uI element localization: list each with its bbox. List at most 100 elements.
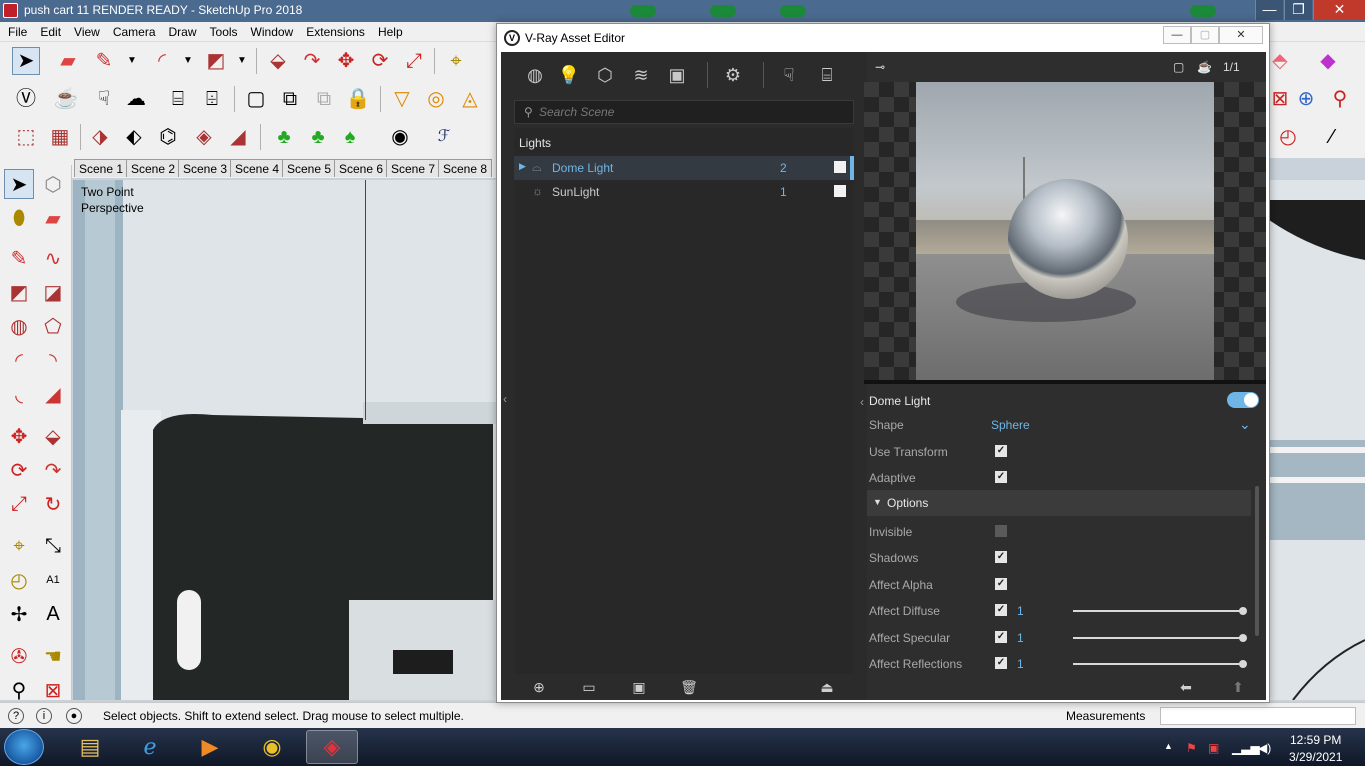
tab-scene-1[interactable]: Scene 1 [74,159,129,177]
preview-scene-icon[interactable]: ☕ [1197,60,1212,74]
show-hidden-icons-icon[interactable]: ▲ [1164,741,1173,751]
select-tool-icon[interactable]: ➤ [12,47,40,75]
make-component-icon[interactable]: ⬡ [38,169,68,199]
tape-measure-icon[interactable]: ⌖ [4,531,34,561]
power-icon[interactable]: ▣ [1208,741,1219,755]
affect-reflections-value[interactable]: 1 [1017,657,1024,671]
polygon-icon[interactable]: ⬠ [38,311,68,341]
axes-icon[interactable]: ✢ [4,599,34,629]
text-tool-icon[interactable]: A1 [38,565,68,595]
light-enabled-checkbox[interactable] [834,185,846,197]
rotate-icon[interactable]: ⟳ [366,47,394,75]
lock-camera-icon[interactable]: 🔒 [344,85,372,113]
zoom-extents-icon[interactable]: ⊕ [1292,85,1320,113]
3d-text-icon[interactable]: A [38,599,68,629]
slider-knob[interactable] [1239,660,1247,668]
use-transform-checkbox[interactable]: ✓ [995,445,1007,457]
search-input[interactable] [539,104,839,120]
preview-region-icon[interactable]: ▢ [1173,60,1184,74]
credits-icon[interactable]: i [36,708,52,724]
region-render-icon[interactable]: ⧉ [276,85,304,113]
affect-alpha-checkbox[interactable]: ✓ [995,578,1007,590]
rectangle-icon[interactable]: ◩ [202,47,230,75]
back-arrow-icon[interactable]: ⬅ [1177,678,1195,696]
open-file-icon[interactable]: ▭ [580,678,598,696]
rotated-rectangle-icon[interactable]: ◪ [38,277,68,307]
settings-gear-icon[interactable]: ⚙ [721,63,745,87]
protractor-icon[interactable]: ◴ [4,565,34,595]
network-icon[interactable]: ▁▃▅ [1232,741,1260,755]
affect-diffuse-slider[interactable] [1073,607,1247,615]
orbit-icon[interactable]: ✇ [4,641,34,671]
position-camera-icon[interactable]: ⚲ [1326,85,1354,113]
action-center-icon[interactable]: ⚑ [1186,741,1197,755]
menu-help[interactable]: Help [370,22,408,39]
pie-icon[interactable]: ◢ [38,379,68,409]
eraser-icon[interactable]: ▰ [38,203,68,233]
chevron-down-icon[interactable]: ▼ [174,47,202,75]
list-item-sunlight[interactable]: ☼ SunLight 1 [514,180,854,204]
render-elements-category-icon[interactable]: ≋ [629,63,653,87]
scatter-paint-icon[interactable]: ♠ [336,123,364,151]
geometry-category-icon[interactable]: ⬡ [593,63,617,87]
menu-extensions[interactable]: Extensions [298,22,370,39]
move-icon[interactable]: ✥ [4,421,34,451]
light-enabled-checkbox[interactable] [834,161,846,173]
internet-explorer-icon[interactable]: ℯ [124,730,176,764]
sketchup-taskbar-icon[interactable]: ◈ [306,730,358,764]
interactive-render-icon[interactable]: ☟ [777,63,801,87]
follow-me-icon[interactable]: ↷ [38,455,68,485]
tab-scene-8[interactable]: Scene 8 [438,159,493,177]
render-history-icon[interactable]: ⧉ [310,85,338,113]
collapse-preview-icon[interactable]: ‹ [857,390,867,414]
chrome-icon[interactable]: ◉ [246,730,298,764]
knife-icon[interactable]: ⁄ [1318,123,1346,151]
ies-light-icon[interactable]: ◬ [456,85,484,113]
sphere-light-icon[interactable]: ◎ [422,85,450,113]
affect-specular-value[interactable]: 1 [1017,631,1024,645]
vray-minimize-button[interactable]: — [1163,26,1191,44]
chevron-down-icon[interactable]: ⌄ [1239,416,1251,433]
lights-category-icon[interactable]: 💡 [557,63,581,87]
pan-icon[interactable]: ☚ [38,641,68,671]
save-icon[interactable]: ▣ [630,678,648,696]
frame-buffer-icon[interactable]: ⌸ [815,63,839,87]
media-player-icon[interactable]: ▶ [184,730,236,764]
clock-time[interactable]: 12:59 PM [1290,733,1341,747]
slider-knob[interactable] [1239,634,1247,642]
three-point-arc-icon[interactable]: ◟ [4,379,34,409]
arc-icon[interactable]: ◜ [148,47,176,75]
follow-me-icon[interactable]: ↷ [298,47,326,75]
measurements-input[interactable] [1160,707,1356,725]
proxy-import-icon[interactable]: ⬖ [120,123,148,151]
tape-measure-icon[interactable]: ⌖ [442,47,470,75]
tab-scene-6[interactable]: Scene 6 [334,159,389,177]
invisible-checkbox[interactable] [995,525,1007,537]
zoom-icon[interactable]: ⚲ [4,675,34,705]
tab-scene-2[interactable]: Scene 2 [126,159,181,177]
menu-draw[interactable]: Draw [161,22,202,39]
dimension-icon[interactable]: ⤡ [38,531,68,561]
menu-window[interactable]: Window [243,22,299,39]
teapot-render-icon[interactable]: ☕ [52,85,80,113]
batch-render-icon[interactable]: ⌹ [198,85,226,113]
move-icon[interactable]: ✥ [332,47,360,75]
cut-plane-icon[interactable]: ◢ [224,123,252,151]
line-icon[interactable]: ✎ [4,243,34,273]
vray-titlebar[interactable]: V V-Ray Asset Editor — ▢ ✕ [497,24,1269,52]
menu-file[interactable]: File [0,22,32,39]
freehand-icon[interactable]: ∿ [38,243,68,273]
scatter-icon[interactable]: ♣ [270,123,298,151]
search-scene-field[interactable]: ⚲ [514,100,854,124]
axes-icon[interactable]: ⬘ [1266,47,1294,75]
menu-tools[interactable]: Tools [202,22,243,39]
add-light-icon[interactable]: ⊕ [530,678,548,696]
purge-icon[interactable]: ⏏ [818,678,836,696]
chevron-down-icon[interactable]: ▼ [228,47,256,75]
shape-dropdown-value[interactable]: Sphere [991,418,1030,432]
close-button[interactable]: ✕ [1313,0,1365,20]
pin-icon[interactable]: ⊸ [875,60,885,74]
minimize-button[interactable]: — [1255,0,1283,20]
arc-icon[interactable]: ◜ [4,345,34,375]
adaptive-checkbox[interactable]: ✓ [995,471,1007,483]
